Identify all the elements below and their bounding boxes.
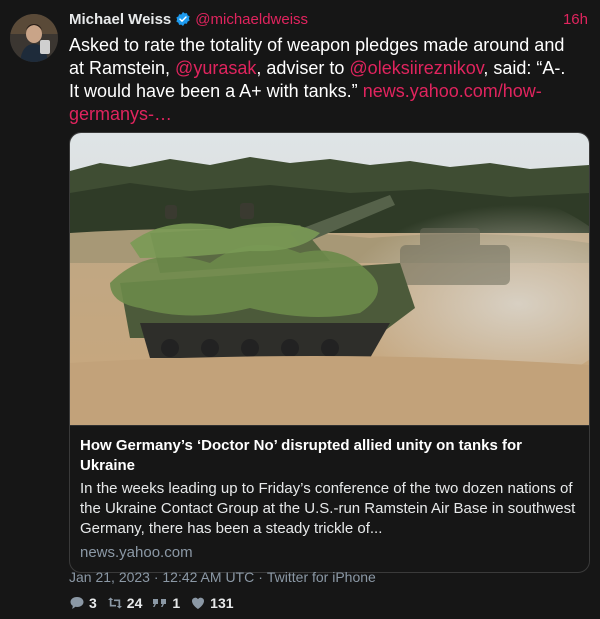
tweet: Michael Weiss @michaeldweiss 16h Asked t… — [0, 0, 600, 619]
tweet-date[interactable]: Jan 21, 2023 · 12:42 AM UTC — [69, 569, 254, 585]
tweet-source: Twitter for iPhone — [266, 569, 376, 585]
retweet-icon — [107, 597, 122, 609]
user-avatar-icon — [10, 14, 58, 62]
tank-photo — [70, 133, 589, 425]
author-display-name[interactable]: Michael Weiss — [69, 11, 171, 28]
card-body: How Germany’s ‘Doctor No’ disrupted alli… — [70, 425, 589, 563]
quote-button[interactable]: 1 — [152, 594, 180, 612]
mention-yurasak[interactable]: @yurasak — [175, 58, 256, 78]
retweet-count: 24 — [126, 595, 143, 611]
reply-count: 3 — [89, 595, 97, 611]
card-description: In the weeks leading up to Friday’s conf… — [80, 480, 576, 537]
card-domain: news.yahoo.com — [80, 544, 193, 561]
tweet-meta: Jan 21, 2023 · 12:42 AM UTC · Twitter for … — [69, 568, 376, 586]
like-button[interactable]: 131 — [190, 594, 234, 612]
quote-count: 1 — [172, 595, 181, 611]
reply-button[interactable]: 3 — [69, 594, 97, 612]
verified-badge-icon — [176, 12, 190, 26]
tweet-content: Michael Weiss @michaeldweiss 16h Asked t… — [69, 10, 590, 611]
tweet-text: Asked to rate the totality of weapon ple… — [69, 34, 574, 126]
tweet-header: Michael Weiss @michaeldweiss 16h — [69, 10, 590, 30]
reply-icon — [70, 597, 84, 609]
tweet-actions: 3 24 1 131 — [69, 594, 244, 612]
tweet-text-part: , adviser to — [256, 58, 350, 78]
author-avatar[interactable] — [10, 14, 58, 62]
retweet-button[interactable]: 24 — [107, 594, 143, 612]
author-handle[interactable]: @michaeldweiss — [195, 11, 308, 28]
card-title[interactable]: How Germany’s ‘Doctor No’ disrupted alli… — [80, 436, 577, 476]
mention-oleksiireznikov[interactable]: @oleksiireznikov — [349, 58, 483, 78]
link-card[interactable]: How Germany’s ‘Doctor No’ disrupted alli… — [69, 132, 590, 573]
quote-icon — [153, 599, 167, 607]
tweet-time[interactable]: 16h — [563, 10, 588, 30]
like-count: 131 — [210, 595, 234, 611]
heart-icon — [192, 597, 205, 609]
meta-separator: · — [258, 569, 263, 585]
